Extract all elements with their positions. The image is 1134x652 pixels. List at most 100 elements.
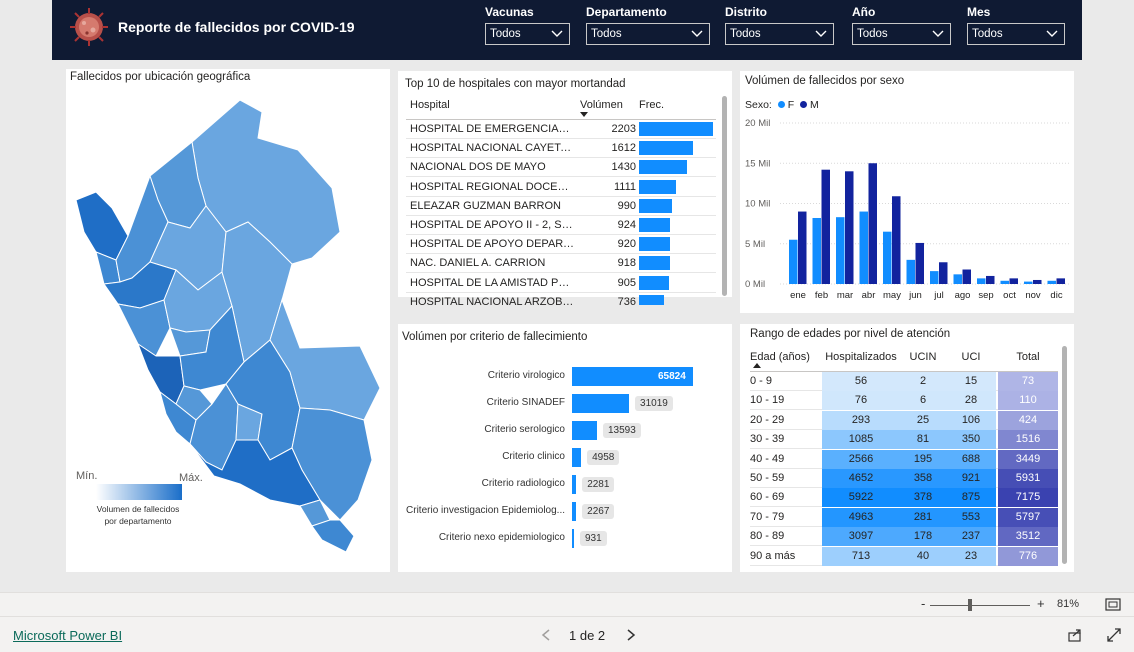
criterio-value: 4958 <box>587 450 620 465</box>
zoom-slider-thumb[interactable] <box>968 599 972 611</box>
slicer-dropdown[interactable]: Todos <box>586 23 710 45</box>
slicer-distrito[interactable]: Distrito Todos <box>725 5 834 45</box>
bar-m-dic[interactable] <box>1056 278 1066 284</box>
next-page-icon[interactable] <box>625 628 637 642</box>
col-header[interactable]: UCI <box>946 348 996 367</box>
bar-f-jun[interactable] <box>906 259 916 284</box>
legend-item-f[interactable]: F <box>788 99 794 111</box>
bar-m-may[interactable] <box>892 196 901 284</box>
bar-f-abr[interactable] <box>859 211 869 284</box>
sexo-bar-chart[interactable]: 0 Mil 5 Mil 10 Mil 15 Mil 20 Mil ene feb mar abr… <box>740 111 1074 307</box>
slicer-departamento[interactable]: Departamento Todos <box>586 5 710 45</box>
bar-f-ene[interactable] <box>789 239 798 284</box>
hospital-volumen: 920 <box>617 238 636 251</box>
chevron-down-icon <box>551 30 563 37</box>
table-row[interactable]: ELEAZAR GUZMAN BARRON 990 <box>406 197 716 216</box>
share-icon[interactable] <box>1067 627 1083 643</box>
criterio-bar[interactable] <box>572 421 597 440</box>
map-region-pasco[interactable] <box>169 327 211 357</box>
slicer-dropdown[interactable]: Todos <box>967 23 1065 45</box>
table-row[interactable]: HOSPITAL DE EMERGENCIAS VIL... 2203 <box>406 120 716 139</box>
bar-m-ene[interactable] <box>798 211 807 284</box>
hospitals-scrollbar[interactable] <box>722 96 727 296</box>
value-cell: 6 <box>900 391 946 411</box>
value-cell: 3512 <box>998 527 1058 547</box>
bar-f-nov[interactable] <box>1024 281 1033 284</box>
bar-f-ago[interactable] <box>953 274 963 284</box>
bar-m-jul[interactable] <box>939 262 948 284</box>
criterio-bar[interactable] <box>572 529 574 548</box>
bar-f-sep[interactable] <box>977 278 986 284</box>
map-legend-caption: Volumen de fallecidos por departamento <box>96 504 180 526</box>
hospital-volumen: 1111 <box>613 180 636 193</box>
legend-dot-f <box>777 101 785 108</box>
criterio-bar[interactable] <box>572 502 577 521</box>
map-region-tacna[interactable] <box>311 519 355 553</box>
bar-f-mar[interactable] <box>836 217 845 284</box>
table-row[interactable]: HOSPITAL DE APOYO DEPARTA... 920 <box>406 235 716 255</box>
legend-item-m[interactable]: M <box>810 99 819 111</box>
table-row[interactable]: NAC. DANIEL A. CARRION 918 <box>406 254 716 274</box>
bar-f-feb[interactable] <box>812 217 822 284</box>
table-row[interactable]: HOSPITAL NACIONAL ARZOBISP... 736 <box>406 293 716 305</box>
bar-f-may[interactable] <box>883 231 892 284</box>
slicer-vacunas[interactable]: Vacunas Todos <box>485 5 570 45</box>
zoom-in-button[interactable]: + <box>1037 596 1045 611</box>
table-row[interactable]: HOSPITAL DE APOYO II - 2, SULL... 924 <box>406 216 716 235</box>
frec-bar <box>639 218 670 232</box>
edades-scrollbar[interactable] <box>1062 346 1067 564</box>
col-header-hospital[interactable]: Hospital <box>410 99 450 111</box>
zoom-out-button[interactable]: - <box>921 596 925 611</box>
slicer-dropdown[interactable]: Todos <box>725 23 834 45</box>
sort-desc-icon <box>580 112 588 117</box>
table-row[interactable]: HOSPITAL NACIONAL CAYETAN... 1612 <box>406 139 716 159</box>
hospital-name: NACIONAL DOS DE MAYO <box>410 161 546 174</box>
slicer-label: Distrito <box>725 5 767 19</box>
map-region-tumbes-piura[interactable] <box>75 191 129 261</box>
col-header[interactable]: UCIN <box>900 348 946 367</box>
bar-m-nov[interactable] <box>1033 279 1042 284</box>
age-range-cell: 70 - 79 <box>750 510 785 523</box>
col-header-frec[interactable]: Frec. <box>639 99 664 111</box>
map-title: Fallecidos por ubicación geográfica <box>70 71 251 83</box>
zoom-slider-track[interactable] <box>930 605 1030 606</box>
bar-f-jul[interactable] <box>930 271 939 284</box>
criterio-bar[interactable] <box>572 394 630 413</box>
bar-f-dic[interactable] <box>1047 280 1057 284</box>
value-cell: 281 <box>900 507 946 527</box>
bar-m-jun[interactable] <box>915 242 925 284</box>
value-cell: 424 <box>998 410 1058 430</box>
bar-m-oct[interactable] <box>1009 278 1019 284</box>
value-cell: 178 <box>900 527 946 547</box>
slicer-ano[interactable]: Año Todos <box>852 5 951 45</box>
age-range-cell: 40 - 49 <box>750 452 785 465</box>
age-range-cell: 60 - 69 <box>750 491 785 504</box>
hospitals-panel: Top 10 de hospitales con mayor mortandad… <box>398 71 732 305</box>
col-header[interactable]: Total <box>998 348 1058 367</box>
fullscreen-icon[interactable] <box>1106 627 1122 643</box>
criterio-bar[interactable] <box>572 448 582 467</box>
slicer-dropdown[interactable]: Todos <box>485 23 570 45</box>
criterio-bar[interactable] <box>572 475 577 494</box>
fit-to-page-icon[interactable] <box>1105 598 1121 611</box>
table-row[interactable]: HOSPITAL REGIONAL DOCENTE ... 1111 <box>406 178 716 197</box>
table-row[interactable]: HOSPITAL DE LA AMISTAD PERU... 905 <box>406 274 716 293</box>
bar-m-sep[interactable] <box>986 275 995 284</box>
bar-m-feb[interactable] <box>821 169 831 284</box>
value-cell: 76 <box>822 391 900 411</box>
frec-bar <box>639 256 670 271</box>
value-cell: 7175 <box>998 488 1058 508</box>
col-header[interactable]: Hospitalizados <box>822 348 900 367</box>
bar-m-abr[interactable] <box>868 163 878 284</box>
bar-m-mar[interactable] <box>845 171 854 284</box>
value-cell: 2566 <box>822 449 900 469</box>
slicer-mes[interactable]: Mes Todos <box>967 5 1065 45</box>
value-cell: 3097 <box>822 527 900 547</box>
prev-page-icon[interactable] <box>540 628 552 642</box>
col-header-volumen[interactable]: Volúmen <box>580 99 623 111</box>
powerbi-brand-link[interactable]: Microsoft Power BI <box>13 628 122 643</box>
bar-f-oct[interactable] <box>1000 280 1010 284</box>
slicer-dropdown[interactable]: Todos <box>852 23 951 45</box>
bar-m-ago[interactable] <box>962 269 972 284</box>
table-row[interactable]: NACIONAL DOS DE MAYO 1430 <box>406 158 716 178</box>
